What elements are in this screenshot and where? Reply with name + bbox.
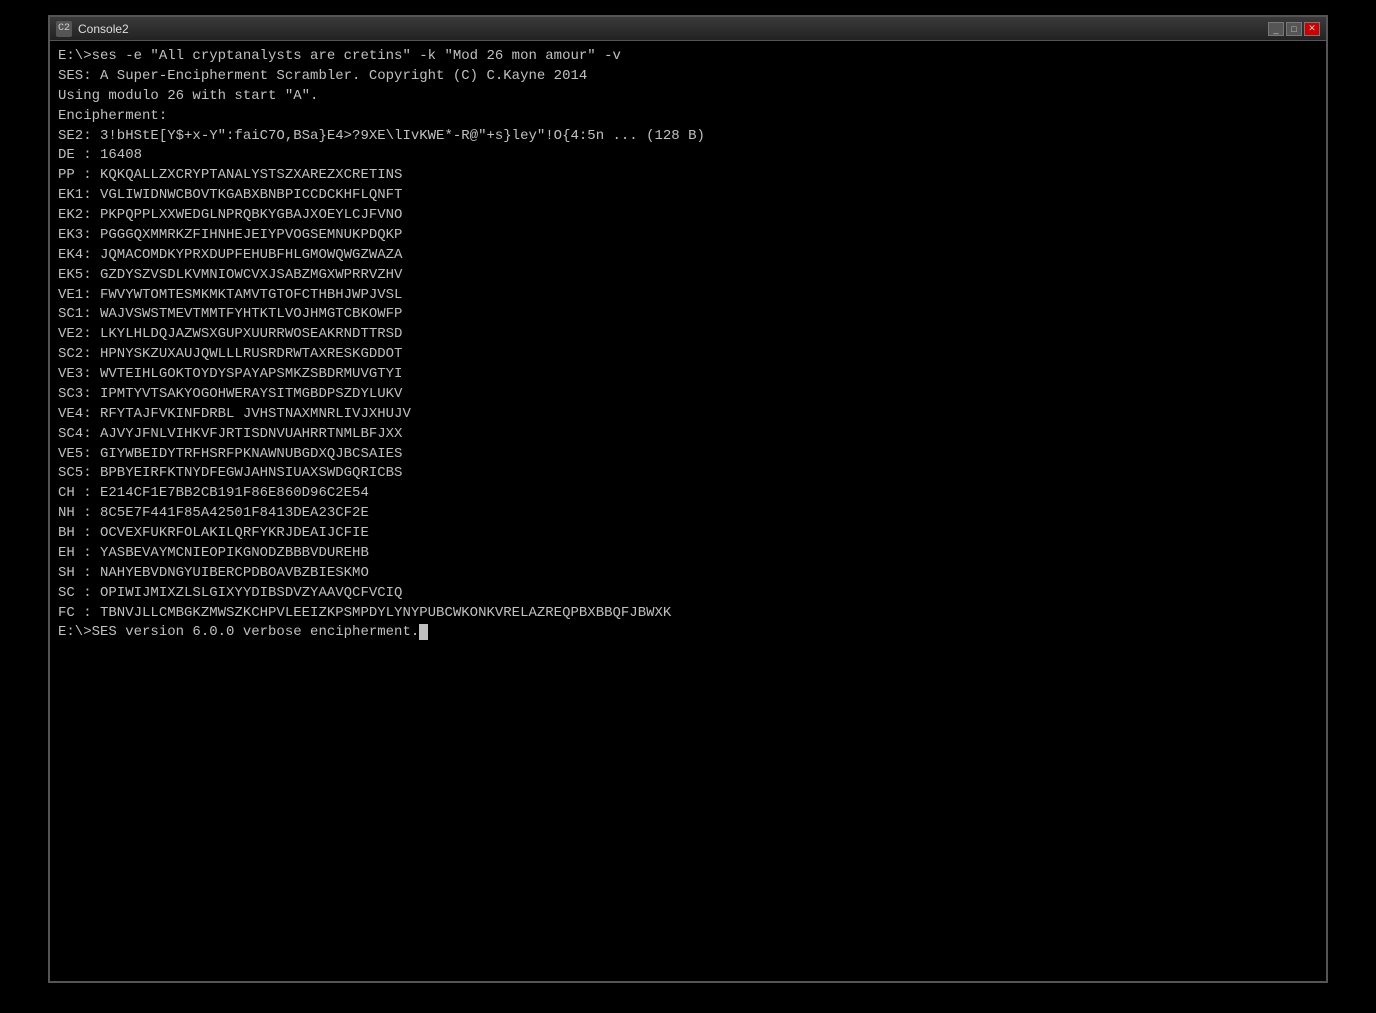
titlebar-buttons: _ □ ✕ [1268,22,1320,36]
terminal-line: EK5: GZDYSZVSDLKVMNIOWCVXJSABZMGXWPRRVZH… [58,266,1318,286]
terminal-line: BH : OCVEXFUKRFOLAKILQRFYKRJDEAIJCFIE [58,524,1318,544]
terminal-line: E:\>ses -e "All cryptanalysts are cretin… [58,47,1318,67]
close-button[interactable]: ✕ [1304,22,1320,36]
terminal-line: VE2: LKYLHLDQJAZWSXGUPXUURRWOSEAKRNDTTRS… [58,325,1318,345]
console-window: C2 Console2 _ □ ✕ E:\>ses -e "All crypta… [48,15,1328,983]
titlebar: C2 Console2 _ □ ✕ [50,17,1326,41]
terminal-line: EK1: VGLIWIDNWCBOVTKGABXBNBPICCDCKHFLQNF… [58,186,1318,206]
terminal-line: VE4: RFYTAJFVKINFDRBL JVHSTNAXMNRLIVJXHU… [58,405,1318,425]
titlebar-icon: C2 [56,21,72,37]
terminal-line: EK4: JQMACOMDKYPRXDUPFEHUBFHLGMOWQWGZWAZ… [58,246,1318,266]
terminal-line: SC3: IPMTYVTSAKYOGOHWERAYSITMGBDPSZDYLUK… [58,385,1318,405]
terminal-line: VE5: GIYWBEIDYTRFHSRFPKNAWNUBGDXQJBCSAIE… [58,445,1318,465]
titlebar-title: Console2 [78,22,1268,36]
terminal-line: SH : NAHYEBVDNGYUIBERCPDBOAVBZBIESKMO [58,564,1318,584]
terminal-line: Using modulo 26 with start "A". [58,87,1318,107]
terminal-line: PP : KQKQALLZXCRYPTANALYSTSZXAREZXCRETIN… [58,166,1318,186]
terminal-line: EK3: PGGGQXMMRKZFIHNHEJEIYPVOGSEMNUKPDQK… [58,226,1318,246]
terminal-line: VE1: FWVYWTOMTESMKMKTAMVTGTOFCTHBHJWPJVS… [58,286,1318,306]
terminal-line: VE3: WVTEIHLGOKTOYDYSPAYAPSMKZSBDRMUVGTY… [58,365,1318,385]
terminal-body: E:\>ses -e "All cryptanalysts are cretin… [50,41,1326,981]
terminal-line: SC4: AJVYJFNLVIHKVFJRTISDNVUAHRRTNMLBFJX… [58,425,1318,445]
terminal-line: SC2: HPNYSKZUXAUJQWLLLRUSRDRWTAXRESKGDDO… [58,345,1318,365]
terminal-line: CH : E214CF1E7BB2CB191F86E860D96C2E54 [58,484,1318,504]
maximize-button[interactable]: □ [1286,22,1302,36]
terminal-line: DE : 16408 [58,146,1318,166]
terminal-line: SC : OPIWIJMIXZLSLGIXYYDIBSDVZYAAVQCFVCI… [58,584,1318,604]
terminal-line: E:\>SES version 6.0.0 verbose encipherme… [58,623,1318,643]
terminal-line: Encipherment: [58,107,1318,127]
terminal-line: SC1: WAJVSWSTMEVTMMTFYHTKTLVOJHMGTCBKOWF… [58,305,1318,325]
terminal-line: EK2: PKPQPPLXXWEDGLNPRQBKYGBAJXOEYLCJFVN… [58,206,1318,226]
terminal-line: NH : 8C5E7F441F85A42501F8413DEA23CF2E [58,504,1318,524]
minimize-button[interactable]: _ [1268,22,1284,36]
terminal-line: FC : TBNVJLLCMBGKZMWSZKCHPVLEEIZKPSMPDYL… [58,604,1318,624]
terminal-line: SE2: 3!bHStE[Y$+x-Y":faiC7O,BSa}E4>?9XE\… [58,127,1318,147]
terminal-line: SC5: BPBYEIRFKTNYDFEGWJAHNSIUAXSWDGQRICB… [58,464,1318,484]
terminal-line: EH : YASBEVAYMCNIEOPIKGNODZBBBVDUREHB [58,544,1318,564]
terminal-line: SES: A Super-Encipherment Scrambler. Cop… [58,67,1318,87]
